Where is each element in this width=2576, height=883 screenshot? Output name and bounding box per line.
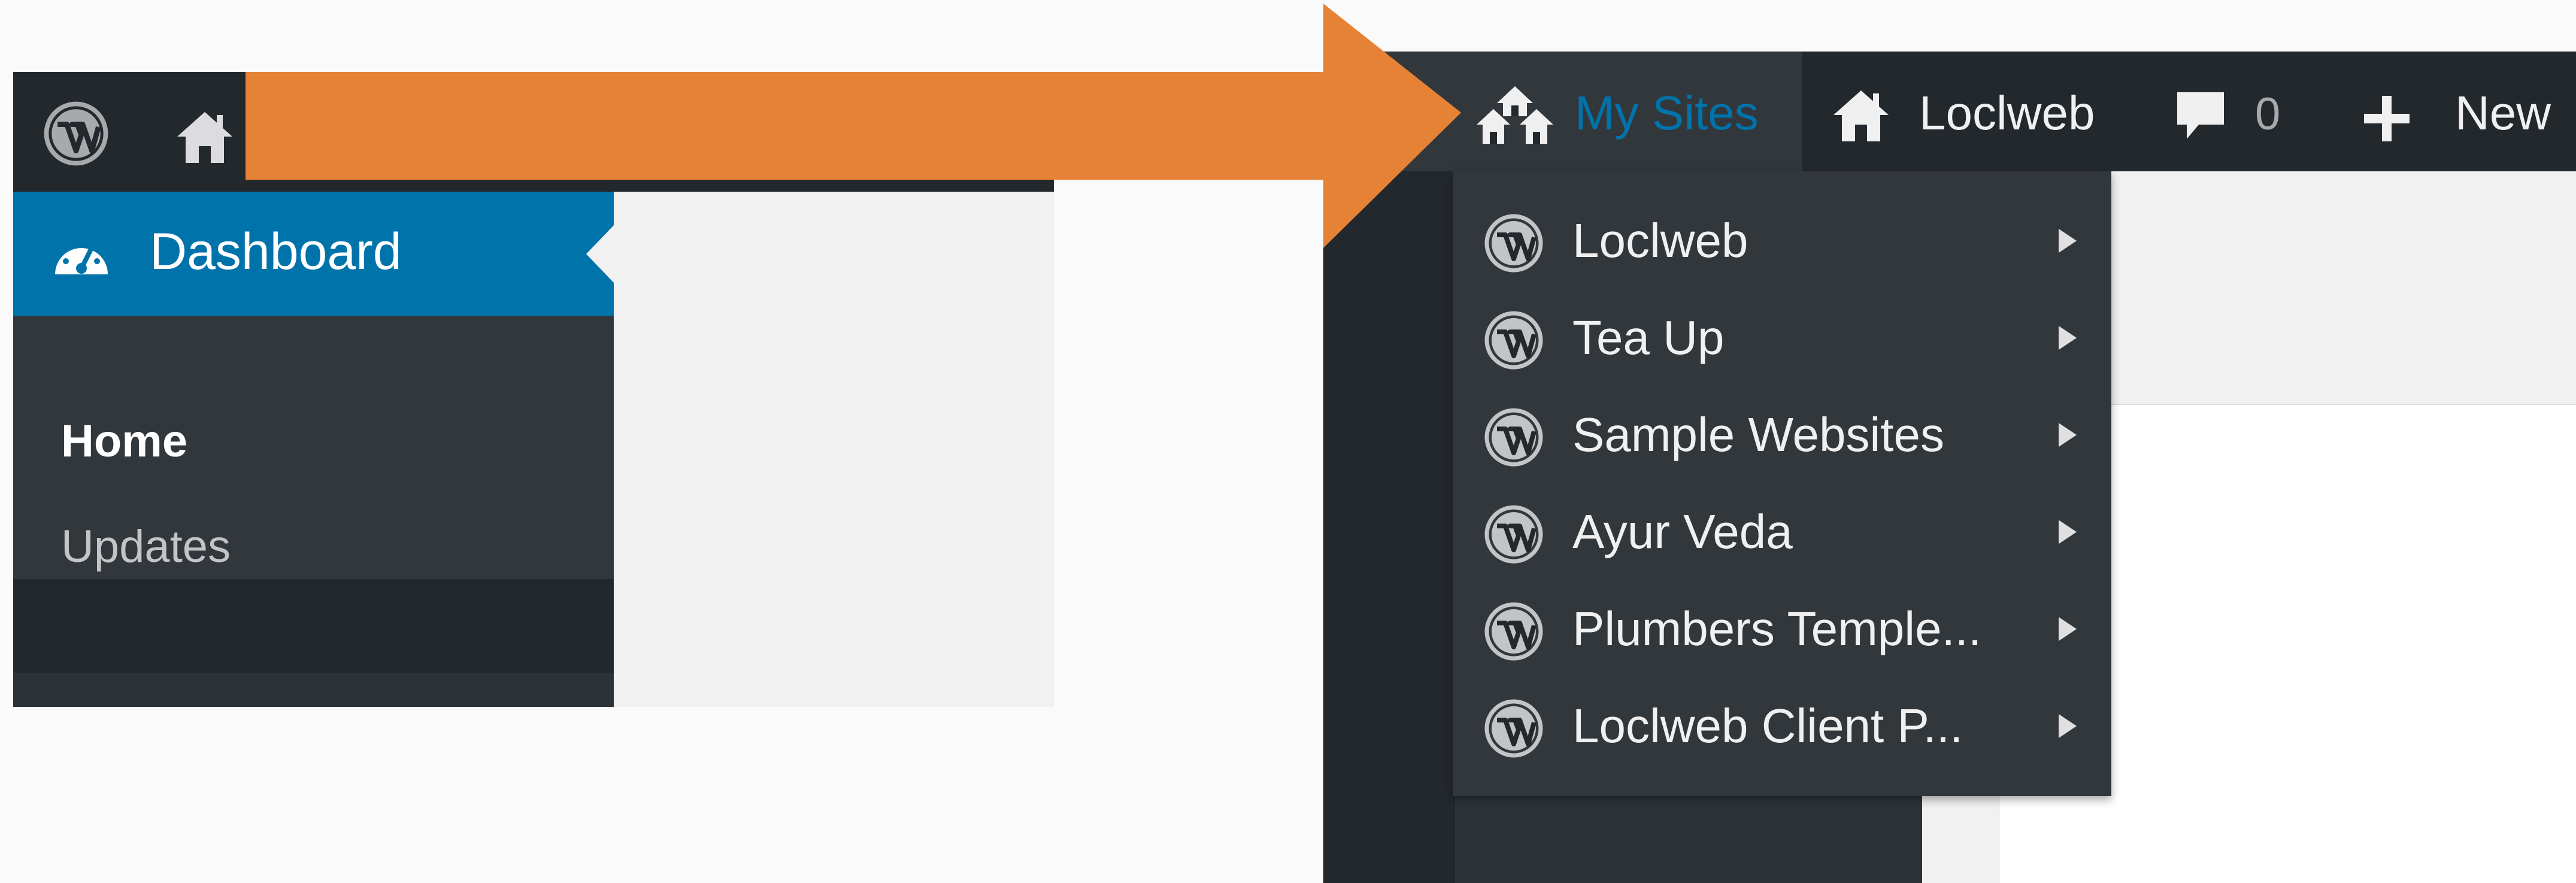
callout-arrow	[246, 4, 1461, 248]
